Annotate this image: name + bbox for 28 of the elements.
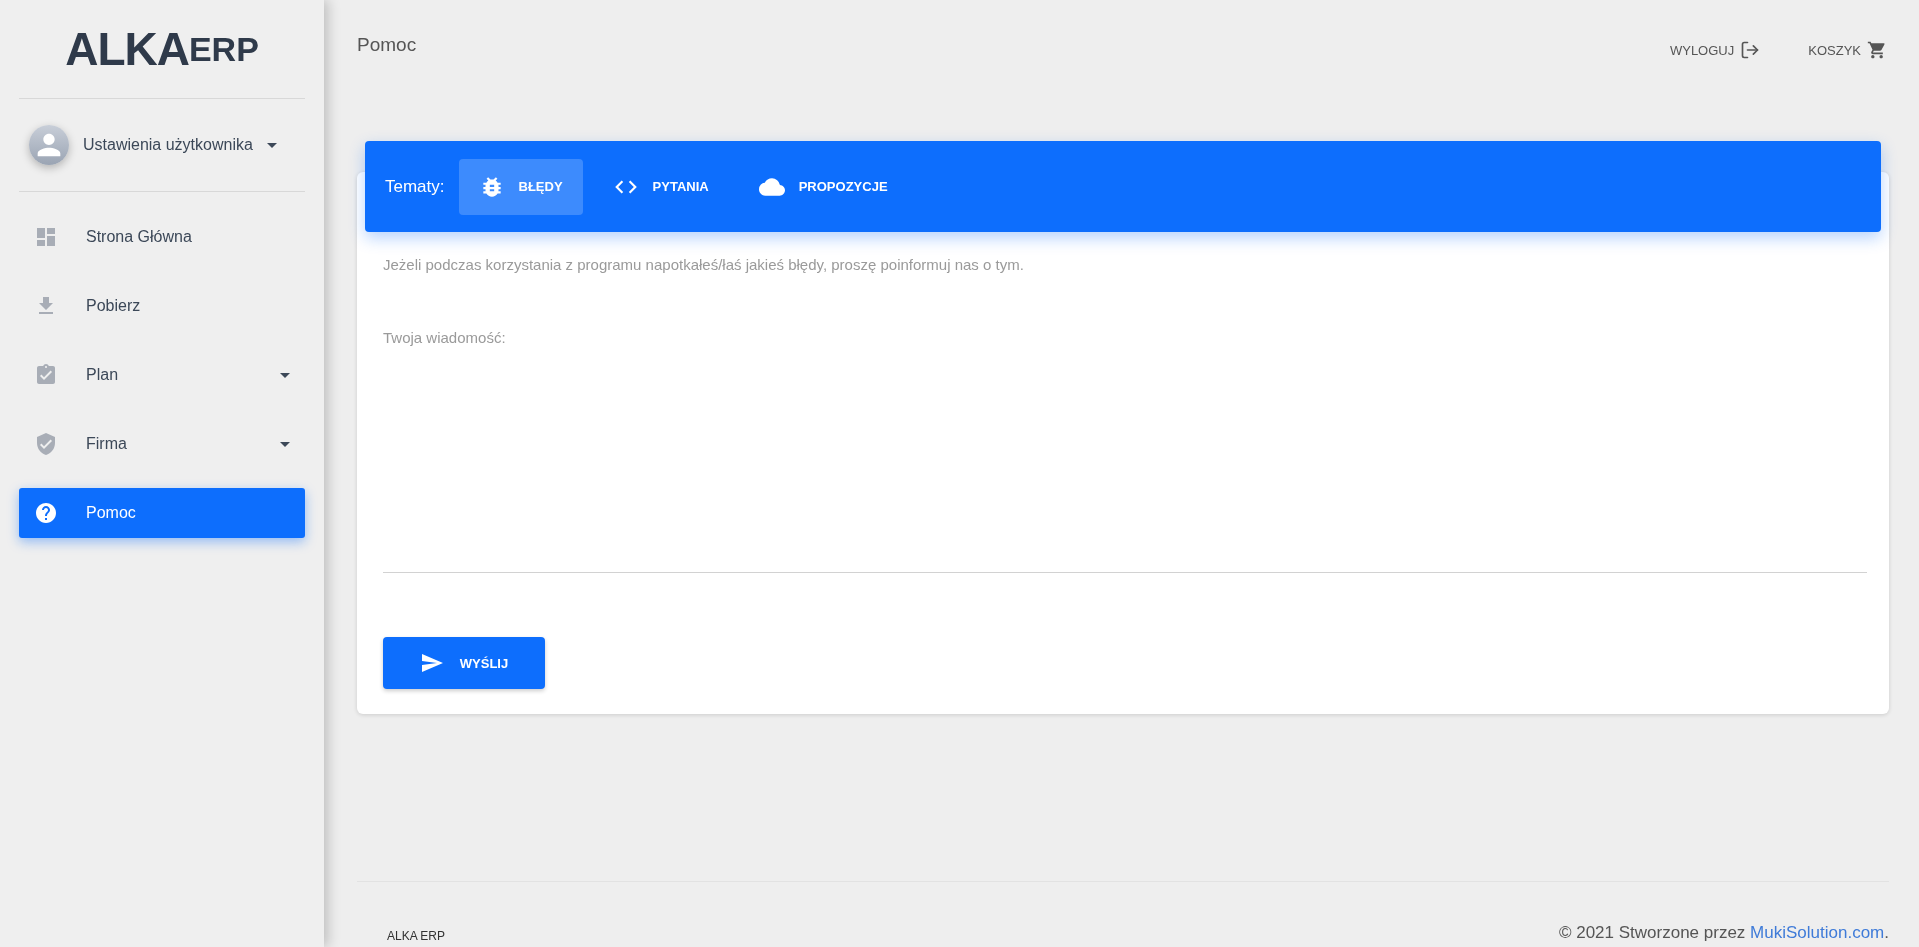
- page-title: Pomoc: [357, 34, 417, 56]
- topic-tab[interactable]: PYTANIA: [592, 158, 729, 215]
- topic-tab[interactable]: PROPOZYCJE: [738, 158, 908, 215]
- logo: ALKAERP: [19, 0, 305, 99]
- description-text: Jeżeli podczas korzystania z programu napotkałeś/łaś jakieś błędy, proszę poinformuj nas o tym.: [383, 256, 1025, 273]
- send-icon: [419, 651, 444, 675]
- header-link[interactable]: WYLOGUJ: [1669, 40, 1761, 60]
- copyright-text: © 2021 Stworzone przez MukiSolution.com.: [1558, 923, 1889, 943]
- header-link[interactable]: KOSZYK: [1808, 40, 1887, 60]
- shield-check-icon: [34, 432, 58, 456]
- message-label: Twoja wiadomość:: [383, 329, 507, 346]
- user-settings-menu[interactable]: Ustawienia użytkownika: [83, 136, 253, 154]
- footer-brand: ALKA ERP: [386, 929, 446, 943]
- send-button[interactable]: WYŚLIJ: [383, 637, 545, 689]
- cart-icon: [1867, 40, 1887, 60]
- dashboard-icon: [34, 225, 58, 249]
- nav-item[interactable]: Firma: [19, 419, 305, 469]
- nav-item[interactable]: Pomoc: [19, 488, 305, 538]
- nav-item[interactable]: Strona Główna: [19, 212, 305, 262]
- company-link[interactable]: MukiSolution.com: [1750, 923, 1885, 942]
- caret-icon[interactable]: [266, 142, 277, 148]
- nav-item[interactable]: Pobierz: [19, 281, 305, 331]
- clipboard-check-icon: [34, 363, 58, 387]
- logout-icon: [1740, 40, 1761, 60]
- nav-item[interactable]: Plan: [19, 350, 305, 400]
- avatar: [29, 125, 69, 165]
- question-icon: [34, 501, 58, 525]
- topics-label: Tematy:: [385, 176, 445, 197]
